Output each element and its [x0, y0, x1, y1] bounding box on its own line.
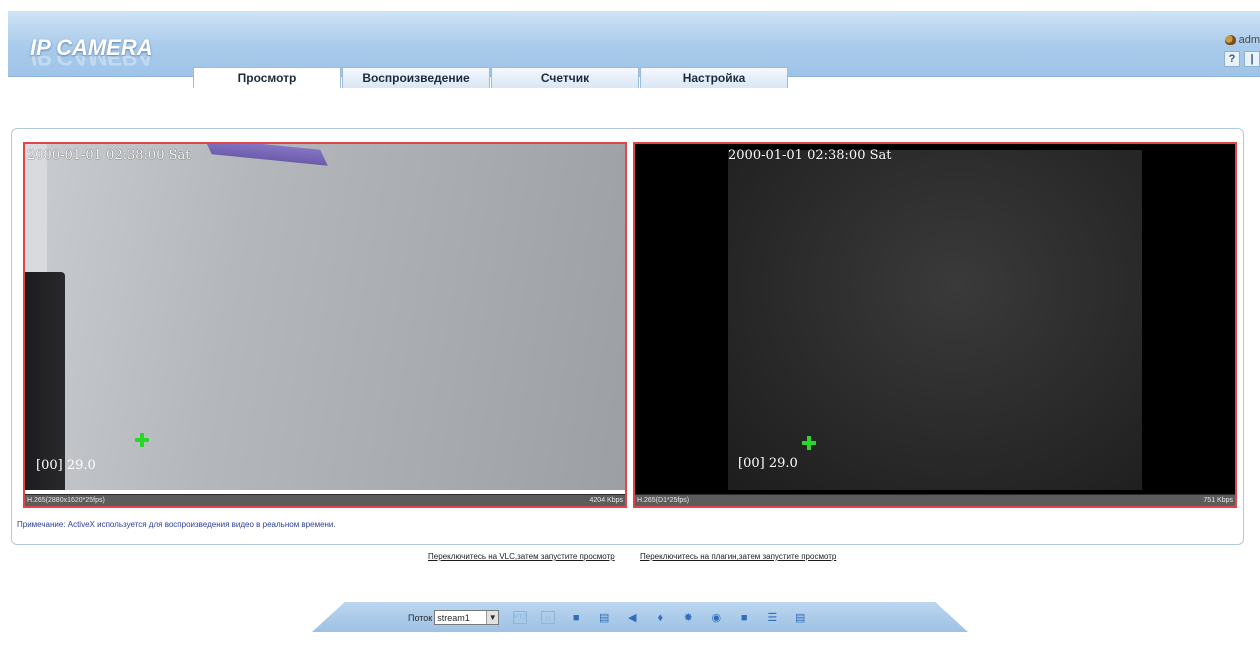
help-icon[interactable]: ? [1224, 51, 1240, 67]
tab-playback[interactable]: Воспроизведение [342, 67, 490, 88]
mic-mute-icon[interactable]: ♦ [653, 611, 667, 624]
bitrate: 751 Kbps [1203, 497, 1233, 504]
activex-note: Примечание: ActiveX используется для вос… [17, 520, 336, 529]
fullscreen-icon[interactable]: ▭ [541, 611, 556, 624]
user-info[interactable]: adm [1224, 34, 1260, 46]
crosshair-icon [802, 436, 816, 450]
video-record-icon[interactable]: ■ [737, 611, 751, 624]
video-window-1[interactable]: 2000-01-01 02:38:00 Sat [00] 29.0 H.265(… [23, 142, 627, 508]
snapshot-icon[interactable]: ◉ [709, 611, 723, 624]
record-off-icon[interactable]: ▤ [597, 611, 611, 624]
logo-reflection: IP CAMERA [30, 56, 153, 68]
crosshair-icon [135, 433, 149, 447]
osd-timestamp: 2000-01-01 02:38:00 Sat [728, 148, 892, 163]
audio-mute-icon[interactable]: ◀ [625, 611, 639, 624]
tab-settings[interactable]: Настройка [640, 67, 788, 88]
video-feed-2 [728, 150, 1142, 490]
header-buttons: ? | [1224, 51, 1260, 67]
stream-value: stream1 [437, 612, 470, 623]
list-icon[interactable]: ☰ [765, 611, 779, 624]
header-bar: IP CAMERA IP CAMERA Просмотр Воспроизвед… [8, 11, 1260, 88]
osd-fps: [00] 29.0 [738, 456, 798, 471]
toolbar-controls: Поток stream1 ▼ PTZ ▭ ■ ▤ ◀ ♦ ✸ ◉ ■ ☰ ▤ [408, 610, 807, 625]
tab-counter[interactable]: Счетчик [491, 67, 639, 88]
main-tabs: Просмотр Воспроизведение Счетчик Настрой… [193, 67, 789, 88]
ptz-icon[interactable]: PTZ [513, 611, 528, 624]
stream-selector: Поток stream1 ▼ [408, 610, 500, 625]
tab-preview[interactable]: Просмотр [193, 67, 341, 88]
switch-plugin-link[interactable]: Переключитесь на плагин,затем запустите … [640, 552, 836, 561]
video-feed-1 [25, 144, 625, 490]
username: adm [1238, 34, 1260, 46]
switch-vlc-link[interactable]: Переключитесь на VLC,затем запустите про… [428, 552, 615, 561]
alarm-off-icon[interactable]: ▤ [793, 611, 807, 624]
video-status-bar: H.265(2880x1620*25fps) 4204 Kbps [25, 494, 625, 506]
video-status-bar: H.265(D1*25fps) 751 Kbps [635, 494, 1235, 506]
osd-fps: [00] 29.0 [36, 458, 96, 473]
user-icon [1224, 35, 1236, 45]
stream-select[interactable]: stream1 ▼ [434, 610, 500, 625]
logout-icon[interactable]: | [1244, 51, 1260, 67]
stream-label: Поток [408, 612, 433, 623]
chevron-down-icon[interactable]: ▼ [486, 611, 499, 624]
settings-icon[interactable]: ✸ [681, 611, 695, 624]
stop-icon[interactable]: ■ [569, 611, 583, 624]
osd-timestamp: 2000-01-01 02:38:00 Sat [27, 148, 191, 163]
video-window-2[interactable]: 2000-01-01 02:38:00 Sat [00] 29.0 H.265(… [633, 142, 1237, 508]
bottom-toolbar: Поток stream1 ▼ PTZ ▭ ■ ▤ ◀ ♦ ✸ ◉ ■ ☰ ▤ [312, 602, 968, 632]
codec-info: H.265(2880x1620*25fps) [27, 497, 105, 504]
bitrate: 4204 Kbps [589, 497, 623, 504]
feed-wall-strip [25, 144, 47, 272]
feed-top-object [204, 144, 328, 166]
codec-info: H.265(D1*25fps) [637, 497, 690, 504]
